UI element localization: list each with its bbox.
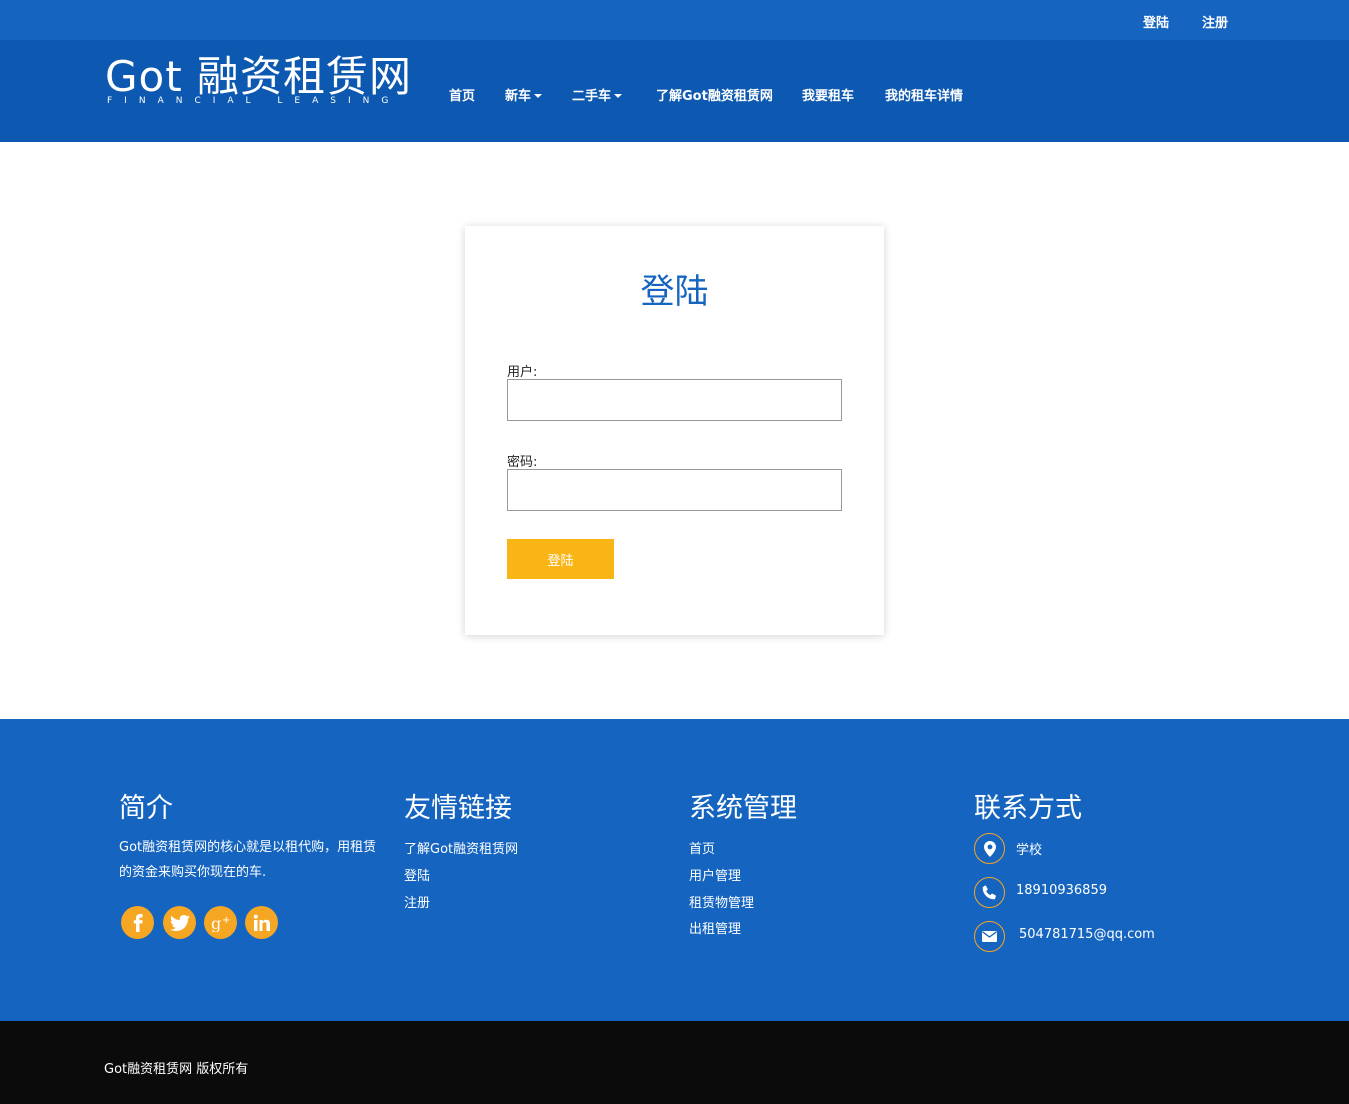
facebook-icon[interactable] (121, 906, 154, 939)
login-title: 登陆 (640, 272, 709, 312)
nav-used-car[interactable]: 二手车 (572, 85, 623, 104)
logo-sub-text: FINANCIAL LEASING (107, 96, 401, 106)
phone-icon (974, 877, 1005, 908)
logo-main-text: Got 融资租赁网 (105, 52, 413, 101)
contact-email[interactable]: 504781715@qq.com (1019, 927, 1155, 942)
footer-links-title: 友情链接 (404, 793, 512, 824)
nav-used-car-label: 二手车 (572, 89, 612, 104)
password-label: 密码: (507, 455, 538, 470)
nav-rent[interactable]: 我要租车 (802, 85, 854, 104)
svg-text:g: g (211, 914, 221, 932)
google-plus-icon[interactable]: g + (204, 906, 237, 939)
nav-home[interactable]: 首页 (449, 85, 475, 104)
footer-system-users[interactable]: 用户管理 (689, 865, 741, 884)
footer-contact-title: 联系方式 (974, 793, 1082, 824)
login-card: 登陆 用户: 密码: 登陆 (465, 226, 884, 635)
username-label: 用户: (507, 365, 538, 380)
footer-intro-text: Got融资租赁网的核心就是以租代购，用租赁的资金来购买你现在的车. (119, 840, 377, 880)
nav-my-rentals[interactable]: 我的租车详情 (885, 85, 963, 104)
envelope-icon (974, 921, 1005, 952)
linkedin-icon[interactable] (245, 906, 278, 939)
footer-system-title: 系统管理 (689, 793, 797, 824)
top-utility-bar: 登陆 注册 (0, 0, 1349, 40)
footer-system-rentals[interactable]: 出租管理 (689, 918, 741, 937)
caret-down-icon (534, 93, 543, 98)
site-logo[interactable]: Got 融资租赁网 FINANCIAL LEASING (105, 52, 415, 112)
contact-phone: 18910936859 (1016, 883, 1107, 898)
username-input[interactable] (507, 379, 842, 421)
nav-about[interactable]: 了解Got融资租赁网 (656, 85, 773, 104)
top-register-link[interactable]: 注册 (1202, 12, 1228, 31)
caret-down-icon (614, 93, 623, 98)
top-login-link[interactable]: 登陆 (1143, 12, 1169, 31)
footer-link-login[interactable]: 登陆 (404, 865, 430, 884)
map-marker-icon (974, 833, 1005, 864)
copyright-bar: Got融资租赁网 版权所有 (0, 1021, 1349, 1104)
nav-new-car-label: 新车 (505, 89, 532, 104)
copyright-text: Got融资租赁网 版权所有 (104, 1062, 249, 1077)
main-navbar: Got 融资租赁网 FINANCIAL LEASING 首页 新车 二手车 了解… (0, 40, 1349, 142)
twitter-icon[interactable] (163, 906, 196, 939)
footer-system-home[interactable]: 首页 (689, 838, 715, 857)
footer-intro-title: 简介 (119, 793, 173, 824)
nav-new-car[interactable]: 新车 (505, 85, 543, 104)
contact-address: 学校 (1016, 843, 1043, 858)
login-submit-button[interactable]: 登陆 (507, 539, 614, 579)
password-input[interactable] (507, 469, 842, 511)
site-footer: 简介 Got融资租赁网的核心就是以租代购，用租赁的资金来购买你现在的车. g + … (0, 719, 1349, 1021)
svg-text:+: + (222, 915, 230, 926)
footer-system-leased-items[interactable]: 租赁物管理 (689, 892, 754, 911)
footer-link-about[interactable]: 了解Got融资租赁网 (404, 838, 518, 857)
footer-link-register[interactable]: 注册 (404, 892, 430, 911)
